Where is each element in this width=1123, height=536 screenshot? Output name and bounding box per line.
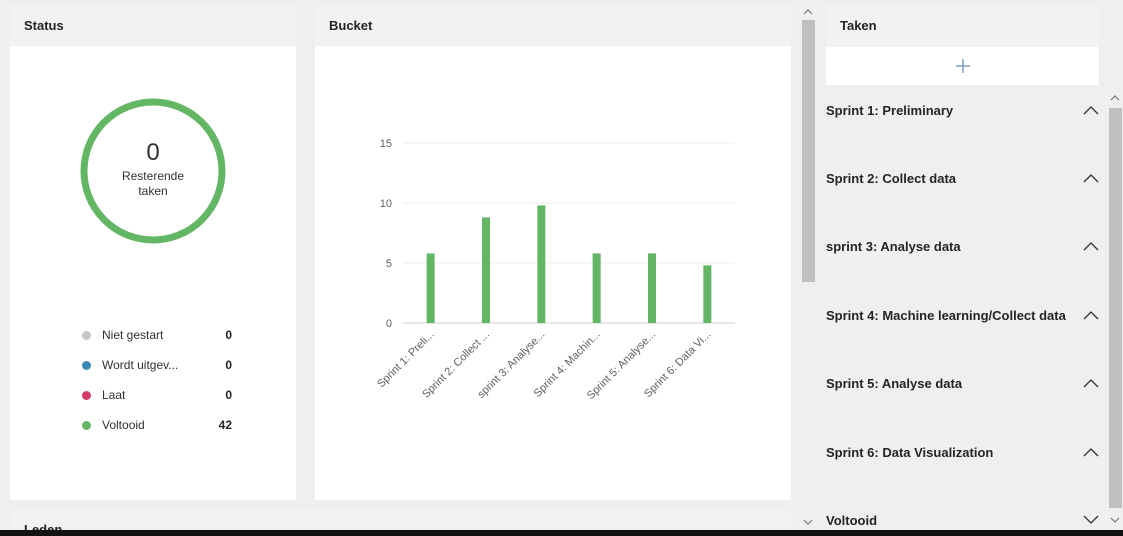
scroll-up-icon[interactable]: [803, 8, 813, 18]
plus-icon: [955, 59, 970, 73]
y-tick-label: 15: [380, 138, 392, 150]
remaining-tasks-label: Resterende taken: [121, 169, 185, 198]
bucket-group-sprint-6[interactable]: Sprint 6: Data Visualization: [826, 437, 1101, 467]
legend-count: 42: [218, 418, 232, 432]
legend-label: Wordt uitgev...: [102, 358, 179, 372]
chart-bar[interactable]: [482, 217, 490, 323]
remaining-tasks-count: 0: [146, 139, 160, 166]
bucket-group-label: Sprint 6: Data Visualization: [826, 444, 994, 460]
bucket-group-sprint-2[interactable]: Sprint 2: Collect data: [826, 163, 1101, 193]
chart-bar[interactable]: [426, 253, 435, 323]
chevron-up-icon[interactable]: [1081, 373, 1101, 393]
chevron-up-icon[interactable]: [1081, 442, 1101, 462]
bucket-group-label: Sprint 1: Preliminary: [826, 102, 954, 118]
bucket-group-sprint-4[interactable]: Sprint 4: Machine learning/Collect data: [826, 300, 1101, 330]
bucket-group-sprint-5[interactable]: Sprint 5: Analyse data: [826, 368, 1101, 398]
late-dot-icon: [82, 390, 91, 400]
main-scrollbar[interactable]: [800, 4, 816, 530]
chevron-up-icon[interactable]: [1081, 168, 1101, 188]
chevron-up-icon[interactable]: [1081, 100, 1101, 120]
legend-count: 0: [225, 328, 232, 342]
legend-count: 0: [225, 388, 232, 402]
in-progress-dot-icon: [82, 360, 91, 370]
bucket-card-title: Bucket: [315, 4, 791, 46]
legend-item-late[interactable]: Laat 0: [82, 380, 232, 410]
chevron-up-icon[interactable]: [1081, 236, 1101, 256]
window-bottom-edge: [0, 530, 1123, 536]
chevron-down-icon[interactable]: [1081, 510, 1101, 530]
scroll-up-icon[interactable]: [1110, 94, 1120, 104]
scrollbar-thumb[interactable]: [1109, 108, 1122, 508]
bucket-card: Bucket 0 5 10 15 Sprint 1: Preli... Sprint 2:…: [315, 4, 791, 500]
bucket-bar-chart: 051015Sprint 1: Preli...Sprint 2: Collec…: [375, 138, 735, 402]
legend-label: Niet gestart: [102, 328, 164, 342]
chevron-up-icon[interactable]: [1081, 305, 1101, 325]
scrollbar-thumb[interactable]: [802, 20, 815, 282]
bucket-group-sprint-1[interactable]: Sprint 1: Preliminary: [826, 95, 1101, 125]
tasks-panel-header: Taken: [826, 4, 1099, 47]
legend-label: Laat: [102, 388, 126, 402]
bucket-group-label: Sprint 4: Machine learning/Collect data: [826, 307, 1066, 323]
status-card-title: Status: [10, 4, 296, 46]
bucket-group-label: Sprint 2: Collect data: [826, 170, 957, 186]
completed-dot-icon: [82, 420, 91, 430]
scroll-down-icon[interactable]: [1110, 516, 1120, 526]
chart-bar[interactable]: [648, 253, 656, 323]
legend-count: 0: [225, 358, 232, 372]
scroll-down-icon[interactable]: [803, 518, 813, 528]
status-legend: Niet gestart 0 Wordt uitgev... 0 Laat 0 …: [82, 320, 232, 440]
chart-bar[interactable]: [703, 265, 712, 323]
status-card: Status 0 Resterende taken Niet gestart 0…: [10, 4, 296, 500]
legend-label: Voltooid: [102, 418, 145, 432]
legend-item-in-progress[interactable]: Wordt uitgev... 0: [82, 350, 232, 380]
add-task-button[interactable]: [826, 47, 1099, 85]
tasks-panel-title: Taken: [826, 4, 1099, 47]
not-started-dot-icon: [82, 330, 91, 340]
remaining-tasks-donut: 0 Resterende taken: [78, 96, 228, 246]
y-tick-label: 10: [380, 198, 392, 210]
bucket-group-sprint-3[interactable]: sprint 3: Analyse data: [826, 231, 1101, 261]
tasks-scrollbar[interactable]: [1107, 90, 1123, 530]
bucket-group-label: Sprint 5: Analyse data: [826, 375, 963, 391]
x-tick-label: Sprint 1: Preli...: [375, 329, 437, 391]
y-tick-label: 5: [386, 258, 392, 270]
chart-bar[interactable]: [537, 205, 546, 323]
bucket-group-label: Voltooid: [826, 512, 878, 528]
legend-item-not-started[interactable]: Niet gestart 0: [82, 320, 232, 350]
chart-bar[interactable]: [592, 253, 601, 323]
legend-item-completed[interactable]: Voltooid 42: [82, 410, 232, 440]
bucket-group-label: sprint 3: Analyse data: [826, 238, 961, 254]
y-tick-label: 0: [386, 318, 392, 330]
